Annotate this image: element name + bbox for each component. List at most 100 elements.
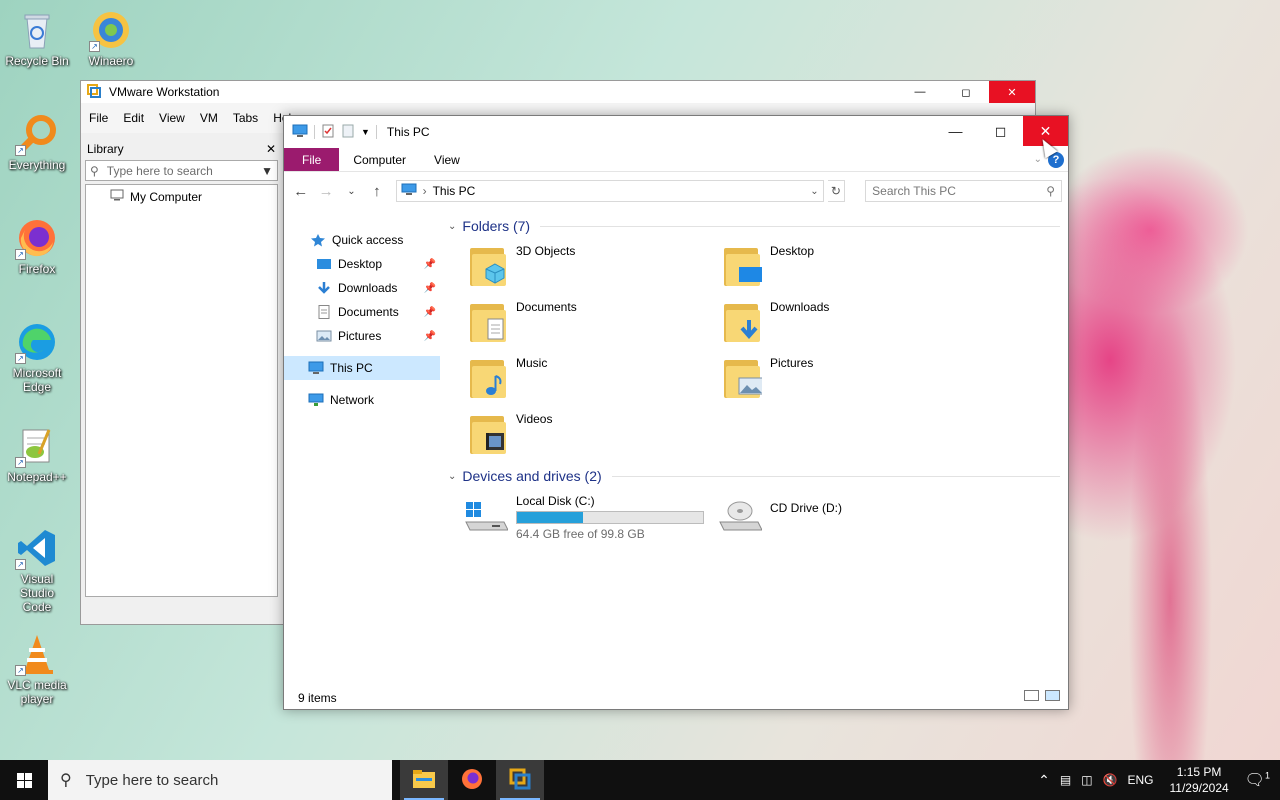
cd-drive-icon [718, 494, 763, 534]
folder-desktop-icon [724, 244, 762, 288]
forward-arrow-icon[interactable]: → [315, 183, 336, 200]
tab-view[interactable]: View [420, 148, 474, 171]
properties-icon[interactable] [321, 124, 335, 141]
taskbar-vmware[interactable] [496, 760, 544, 800]
firefox-icon [460, 767, 484, 794]
desktop-icon-notepadpp[interactable]: ↗ Notepad++ [4, 424, 70, 484]
desktop-icon-label: Firefox [18, 262, 56, 276]
vmware-titlebar[interactable]: VMware Workstation [81, 81, 1035, 103]
close-library-icon[interactable]: ✕ [266, 142, 276, 156]
download-icon [316, 281, 332, 295]
folders-group-header[interactable]: ⌄ Folders (7) [448, 214, 1060, 238]
language-indicator[interactable]: ENG [1127, 773, 1153, 787]
address-dropdown-icon[interactable]: ⌄ [810, 186, 818, 197]
library-title: Library [87, 142, 124, 156]
shortcut-arrow-icon: ↗ [15, 665, 26, 676]
nav-network[interactable]: Network [284, 388, 440, 412]
desktop-icon-recycle-bin[interactable]: Recycle Bin [4, 8, 70, 68]
nav-desktop[interactable]: Desktop 📌 [284, 252, 440, 276]
folder-downloads[interactable]: Downloads [724, 300, 829, 344]
volume-muted-icon[interactable]: 🔇 [1103, 773, 1118, 787]
taskbar-firefox[interactable] [448, 760, 496, 800]
desktop-icon-edge[interactable]: ↗ Microsoft Edge [4, 320, 70, 394]
drive-name: CD Drive (D:) [770, 501, 842, 515]
search-input[interactable]: Search This PC ⚲ [865, 180, 1062, 202]
large-icons-view-icon[interactable] [1045, 690, 1060, 701]
search-icon: ⚲ [60, 772, 72, 789]
nav-downloads[interactable]: Downloads 📌 [284, 276, 440, 300]
new-folder-icon[interactable] [341, 124, 355, 141]
maximize-icon[interactable]: ◻ [943, 81, 989, 103]
drive-usage-bar [516, 511, 704, 524]
folder-music[interactable]: Music [470, 356, 547, 400]
tree-item-my-computer[interactable]: My Computer [110, 189, 277, 204]
library-search-input[interactable]: ⚲ Type here to search ▼ [85, 160, 278, 181]
pin-icon: 📌 [423, 330, 436, 342]
shortcut-arrow-icon: ↗ [15, 457, 26, 468]
address-bar[interactable]: › This PC ⌄ [395, 180, 824, 202]
drives-group-header[interactable]: ⌄ Devices and drives (2) [448, 464, 1060, 488]
taskbar-file-explorer[interactable] [400, 760, 448, 800]
back-arrow-icon[interactable]: ← [290, 183, 311, 200]
vmware-tray-icon[interactable]: ▤ [1060, 773, 1071, 787]
firefox-icon: ↗ [15, 216, 59, 260]
nav-pictures[interactable]: Pictures 📌 [284, 324, 440, 348]
breadcrumb[interactable]: This PC [433, 184, 476, 198]
details-view-icon[interactable] [1024, 690, 1039, 701]
network-icon[interactable]: ◫ [1081, 773, 1092, 787]
drive-local-disk-c[interactable]: Local Disk (C:) 64.4 GB free of 99.8 GB [464, 494, 704, 541]
star-icon [310, 233, 326, 247]
clock[interactable]: 1:15 PM 11/29/2024 [1170, 764, 1229, 796]
drive-usage-fill [517, 512, 584, 523]
taskbar-search-box[interactable]: ⚲ Type here to search [48, 760, 392, 800]
folder-label: Desktop [770, 244, 815, 258]
folder-desktop[interactable]: Desktop [724, 244, 814, 288]
chevron-up-icon[interactable]: ⌃ [1038, 772, 1050, 789]
tab-file[interactable]: File [284, 148, 340, 171]
collapse-chevron-icon[interactable]: ⌄ [448, 221, 456, 232]
menu-edit[interactable]: Edit [123, 111, 144, 125]
recent-locations-icon[interactable]: ⌄ [341, 186, 362, 197]
expand-ribbon-icon[interactable]: ⌄ [1034, 154, 1042, 165]
nav-quick-access[interactable]: Quick access [284, 228, 440, 252]
start-button[interactable] [0, 760, 48, 800]
minimize-icon[interactable]: — [897, 81, 943, 103]
explorer-titlebar[interactable]: ▼ This PC — ◻ ✕ [284, 116, 1068, 148]
desktop-icon-vlc[interactable]: ↗ VLC media player [4, 632, 70, 706]
search-icon: ⚲ [1046, 184, 1055, 198]
folder-3d-objects[interactable]: 3D Objects [470, 244, 575, 288]
maximize-icon[interactable]: ◻ [978, 116, 1023, 146]
close-icon[interactable]: ✕ [989, 81, 1035, 103]
desktop-icon-everything[interactable]: ↗ Everything [4, 112, 70, 172]
menu-tabs[interactable]: Tabs [233, 111, 258, 125]
minimize-icon[interactable]: — [933, 116, 978, 146]
menu-vm[interactable]: VM [200, 111, 218, 125]
desktop-icon-vscode[interactable]: ↗ Visual Studio Code [4, 526, 70, 614]
nav-label: Pictures [338, 329, 382, 343]
tab-computer[interactable]: Computer [339, 148, 420, 171]
desktop-icon-firefox[interactable]: ↗ Firefox [4, 216, 70, 276]
folder-label: Documents [516, 300, 577, 314]
notification-icon[interactable]: 🗨1 [1245, 770, 1270, 790]
menu-view[interactable]: View [159, 111, 185, 125]
customize-qat-icon[interactable]: ▼ [361, 127, 370, 137]
explorer-title: This PC [386, 125, 430, 139]
up-arrow-icon[interactable]: ↑ [366, 183, 387, 200]
refresh-icon[interactable]: ↻ [827, 180, 846, 202]
document-icon [316, 305, 332, 319]
folder-pictures[interactable]: Pictures [724, 356, 813, 400]
vmware-title: VMware Workstation [109, 85, 220, 99]
nav-documents[interactable]: Documents 📌 [284, 300, 440, 324]
collapse-chevron-icon[interactable]: ⌄ [448, 471, 456, 482]
folder-documents[interactable]: Documents [470, 300, 577, 344]
pictures-icon [316, 329, 332, 343]
nav-this-pc[interactable]: This PC [284, 356, 440, 380]
folder-3d-objects-icon [470, 244, 506, 288]
drive-cd-d[interactable]: CD Drive (D:) [718, 494, 842, 534]
drive-name: Local Disk (C:) [516, 494, 595, 508]
desktop-icon-winaero[interactable]: ↗ Winaero Tweaker [78, 8, 144, 68]
folder-videos[interactable]: Videos [470, 412, 552, 456]
menu-file[interactable]: File [89, 111, 108, 125]
dropdown-arrow-icon[interactable]: ▼ [261, 164, 273, 178]
this-pc-icon [292, 124, 308, 141]
